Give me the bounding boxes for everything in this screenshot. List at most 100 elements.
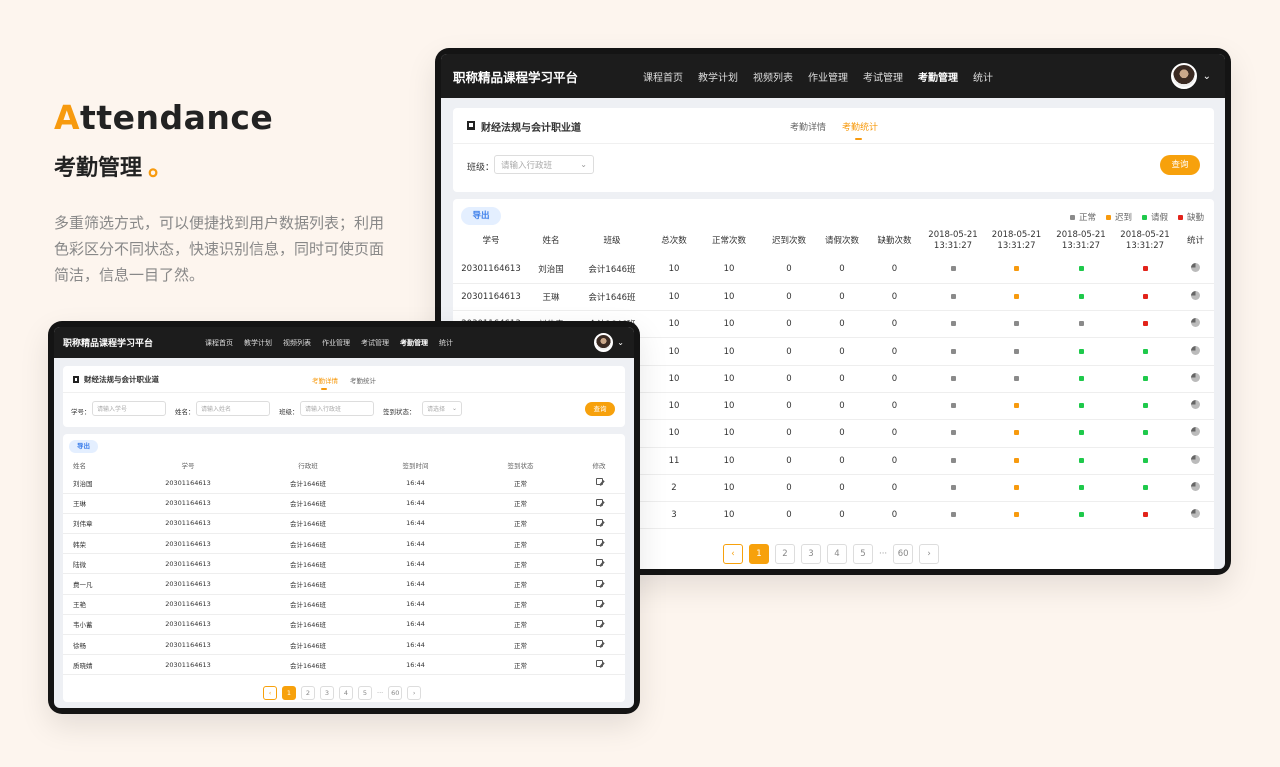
- cell-id: 20301164613: [165, 660, 211, 669]
- pie-chart-icon[interactable]: [1191, 372, 1200, 382]
- export-button[interactable]: 导出: [461, 207, 501, 225]
- edit-icon[interactable]: [595, 579, 603, 587]
- filter-input[interactable]: 请输入行政班: [300, 401, 374, 416]
- edit-icon[interactable]: [595, 619, 603, 627]
- edit-icon[interactable]: [595, 660, 603, 668]
- nav-item-7[interactable]: 统计: [439, 338, 453, 348]
- tab-detail[interactable]: 考勤详情: [312, 375, 338, 385]
- main-nav: 课程首页 教学计划 视频列表 作业管理 考试管理 考勤管理 统计: [205, 338, 594, 348]
- nav-item-3[interactable]: 视频列表: [283, 338, 311, 348]
- export-button[interactable]: 导出: [69, 440, 98, 453]
- cell-status: 正常: [514, 601, 527, 610]
- cell-leave: 0: [839, 291, 845, 302]
- pagination-page-5[interactable]: 5: [358, 686, 372, 700]
- nav-item-4[interactable]: 作业管理: [808, 69, 848, 84]
- cell-name: 刘治国: [538, 265, 564, 276]
- pie-chart-icon[interactable]: [1191, 290, 1200, 300]
- pagination-last-page[interactable]: 60: [388, 686, 403, 700]
- avatar[interactable]: [594, 333, 614, 352]
- pagination-page-2[interactable]: 2: [301, 686, 315, 700]
- brand-title: 职称精品课程学习平台: [63, 339, 154, 349]
- edit-icon[interactable]: [595, 539, 603, 547]
- chevron-down-icon[interactable]: ⌄: [617, 338, 624, 347]
- pagination-prev-button[interactable]: ‹: [723, 544, 743, 564]
- cell-leave: 0: [839, 346, 845, 357]
- cell-time: 16:44: [406, 620, 425, 629]
- edit-icon[interactable]: [595, 518, 603, 526]
- pagination-prev-button[interactable]: ‹: [263, 686, 277, 700]
- pie-chart-icon[interactable]: [1191, 454, 1200, 464]
- cell-name: 王琳: [73, 500, 86, 509]
- column-header: 学号: [482, 235, 500, 246]
- tab-statistics[interactable]: 考勤统计: [350, 375, 376, 385]
- status-square: [950, 512, 956, 518]
- status-square: [950, 321, 956, 327]
- filter-input[interactable]: 请输入学号: [92, 401, 166, 416]
- hero-subtitle-dot: 。: [148, 152, 175, 182]
- status-cell: [1113, 338, 1177, 365]
- chevron-down-icon[interactable]: ⌄: [1203, 71, 1211, 82]
- cell-status: 正常: [514, 560, 527, 569]
- cell-total: 10: [668, 373, 680, 384]
- status-square: [1078, 457, 1084, 463]
- nav-item-6[interactable]: 考勤管理: [400, 338, 428, 348]
- pie-chart-icon[interactable]: [1191, 427, 1200, 437]
- nav-item-7[interactable]: 统计: [973, 69, 993, 84]
- pagination-page-4[interactable]: 4: [827, 544, 847, 564]
- nav-item-1[interactable]: 课程首页: [205, 338, 233, 348]
- pagination-last-page[interactable]: 60: [893, 544, 914, 564]
- pagination-page-3[interactable]: 3: [320, 686, 334, 700]
- edit-icon[interactable]: [595, 478, 603, 486]
- cell-id: 20301164613: [165, 478, 211, 487]
- nav-item-5[interactable]: 考试管理: [361, 338, 389, 348]
- edit-icon[interactable]: [595, 640, 603, 648]
- pagination-page-1[interactable]: 1: [749, 544, 769, 564]
- cell-cls: 会计1646班: [289, 540, 327, 549]
- pagination-page-1[interactable]: 1: [282, 686, 296, 700]
- status-square: [1142, 266, 1148, 272]
- pagination: ‹ 1 2 3 4 5 ··· 60 ›: [723, 544, 940, 564]
- pie-chart-icon[interactable]: [1191, 345, 1200, 355]
- class-filter-input[interactable]: 请输入行政班 ⌄: [494, 155, 594, 174]
- pagination-page-2[interactable]: 2: [775, 544, 795, 564]
- cell-normal: 10: [723, 264, 735, 275]
- query-button[interactable]: 查询: [1160, 155, 1200, 175]
- nav-item-6[interactable]: 考勤管理: [918, 69, 958, 84]
- filter-input[interactable]: 请选择 ⌄: [422, 401, 462, 416]
- stats-cell: [1177, 474, 1214, 501]
- status-cell: [1049, 447, 1113, 474]
- pagination-page-4[interactable]: 4: [339, 686, 353, 700]
- status-cell: [922, 256, 984, 283]
- cell-cls: 会计1646班: [588, 292, 636, 303]
- filter-input[interactable]: 请输入姓名: [196, 401, 270, 416]
- nav-item-5[interactable]: 考试管理: [863, 69, 903, 84]
- pagination-next-button[interactable]: ›: [407, 686, 422, 700]
- avatar[interactable]: [1170, 63, 1197, 89]
- status-cell: [1049, 392, 1113, 419]
- nav-item-4[interactable]: 作业管理: [322, 338, 350, 348]
- tab-detail[interactable]: 考勤详情: [790, 120, 826, 133]
- pie-chart-icon[interactable]: [1191, 318, 1200, 328]
- column-header: 姓名: [73, 461, 86, 470]
- pagination-page-5[interactable]: 5: [853, 544, 873, 564]
- query-button[interactable]: 查询: [585, 402, 615, 416]
- edit-icon[interactable]: [595, 498, 603, 506]
- pie-chart-icon[interactable]: [1191, 482, 1200, 492]
- nav-item-3[interactable]: 视频列表: [753, 69, 793, 84]
- edit-icon[interactable]: [595, 599, 603, 607]
- nav-item-1[interactable]: 课程首页: [643, 69, 683, 84]
- pie-chart-icon[interactable]: [1191, 509, 1200, 519]
- pie-chart-icon[interactable]: [1191, 400, 1200, 410]
- nav-item-2[interactable]: 教学计划: [244, 338, 272, 348]
- header-card: 财经法规与会计职业道 考勤详情 考勤统计 班级： 请输入行政班 ⌄ 查询: [453, 108, 1214, 192]
- cell-id: 20301164613: [165, 539, 211, 548]
- pagination-page-3[interactable]: 3: [801, 544, 821, 564]
- edit-icon[interactable]: [595, 559, 603, 567]
- status-cell: [984, 502, 1049, 529]
- cell-status: 正常: [514, 540, 527, 549]
- nav-item-2[interactable]: 教学计划: [698, 69, 738, 84]
- tab-statistics[interactable]: 考勤统计: [842, 120, 878, 133]
- pie-chart-icon[interactable]: [1191, 263, 1200, 273]
- pagination-next-button[interactable]: ›: [919, 544, 940, 564]
- class-filter-label: 班级：: [467, 163, 495, 173]
